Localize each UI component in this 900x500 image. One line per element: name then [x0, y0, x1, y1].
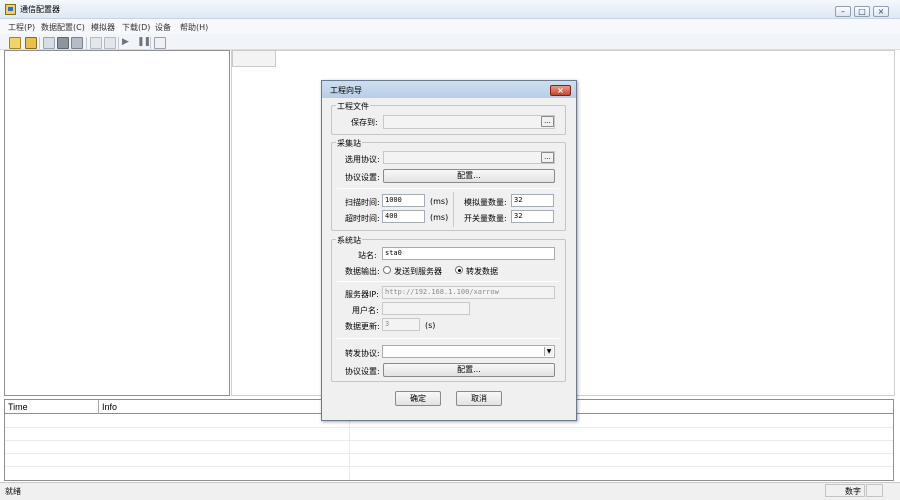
connect-icon[interactable]: [43, 37, 55, 49]
radio-forward-data[interactable]: [455, 266, 463, 274]
collector-group-label: 采集站: [336, 138, 362, 149]
report-icon[interactable]: [154, 37, 166, 49]
menu-project[interactable]: 工程(P): [8, 22, 35, 33]
forward-setting-label: 协议设置:: [345, 367, 380, 376]
menu-data-config[interactable]: 数据配置(C): [41, 22, 85, 33]
log-row: [5, 427, 893, 428]
grid-icon[interactable]: [90, 37, 102, 49]
group-separator: [337, 188, 559, 189]
open-folder-icon[interactable]: [25, 37, 37, 49]
toolbar-separator: [86, 37, 87, 49]
timeout-unit: (ms): [430, 213, 449, 222]
data-update-unit: (s): [425, 321, 436, 330]
timeout-input[interactable]: 400: [382, 210, 425, 223]
app-icon: [5, 4, 16, 15]
scan-time-input[interactable]: 1000: [382, 194, 425, 207]
status-text: 就绪: [5, 487, 21, 496]
scan-time-unit: (ms): [430, 197, 449, 206]
scan-time-label: 扫描时间:: [345, 198, 380, 207]
dialog-close-button[interactable]: ×: [550, 85, 571, 96]
status-bar: [0, 482, 900, 500]
status-num: 数字: [845, 487, 861, 496]
protocol-label: 选用协议:: [345, 155, 380, 164]
forward-config-button[interactable]: 配置...: [383, 363, 555, 377]
switch-count-label: 开关量数量:: [464, 214, 507, 223]
server-ip-input[interactable]: http://192.168.1.100/xarrow: [382, 286, 555, 299]
browse-protocol-button[interactable]: ...: [541, 152, 554, 163]
radio-send-to-server-label[interactable]: 发送到服务器: [394, 266, 442, 277]
log-column-time[interactable]: Time: [8, 402, 28, 412]
pause-icon[interactable]: ❚❚: [137, 37, 151, 47]
log-row: [5, 466, 893, 467]
browse-save-button[interactable]: ...: [541, 116, 554, 127]
station-name-input[interactable]: sta0: [382, 247, 555, 260]
radio-forward-data-label[interactable]: 转发数据: [466, 266, 498, 277]
forward-protocol-select[interactable]: [382, 345, 555, 358]
switch-count-input[interactable]: 32: [511, 210, 554, 223]
log-row: [5, 440, 893, 441]
server-ip-label: 服务器IP:: [345, 290, 379, 299]
log-column-info[interactable]: Info: [102, 402, 117, 412]
log-row: [5, 453, 893, 454]
analog-count-input[interactable]: 32: [511, 194, 554, 207]
data-update-input[interactable]: 3: [382, 318, 420, 331]
station-name-label: 站名:: [358, 251, 377, 260]
dialog-title: 工程向导: [330, 86, 362, 95]
timeout-label: 超时时间:: [345, 214, 380, 223]
radio-send-to-server[interactable]: [383, 266, 391, 274]
username-label: 用户名:: [352, 306, 379, 315]
close-window-button[interactable]: ×: [873, 6, 889, 17]
project-tree-pane[interactable]: [4, 50, 230, 396]
analog-count-label: 模拟量数量:: [464, 198, 507, 207]
project-file-group-label: 工程文件: [336, 101, 370, 112]
group-separator: [337, 281, 559, 282]
forward-protocol-label: 转发协议:: [345, 349, 380, 358]
column-divider: [98, 400, 99, 414]
username-input[interactable]: [382, 302, 470, 315]
protocol-field[interactable]: [383, 151, 555, 164]
layers-icon[interactable]: [71, 37, 83, 49]
cancel-button[interactable]: 取消: [456, 391, 502, 406]
menu-download[interactable]: 下载(D): [122, 22, 150, 33]
menu-device[interactable]: 设备: [155, 22, 171, 33]
table-icon[interactable]: [104, 37, 116, 49]
toolbar-separator: [118, 37, 119, 49]
window-title: 通信配置器: [20, 5, 60, 14]
ok-button[interactable]: 确定: [395, 391, 441, 406]
toolbar: [0, 34, 900, 50]
data-output-label: 数据输出:: [345, 267, 380, 276]
save-to-label: 保存到:: [351, 118, 378, 127]
device-icon[interactable]: [57, 37, 69, 49]
minimize-button[interactable]: –: [835, 6, 851, 17]
document-tab[interactable]: [232, 50, 276, 67]
toolbar-separator: [39, 37, 40, 49]
status-cell: [866, 484, 883, 497]
play-icon[interactable]: ▶: [122, 37, 129, 47]
menu-simulator[interactable]: 模拟器: [91, 22, 115, 33]
data-update-label: 数据更新:: [345, 322, 380, 331]
group-separator: [337, 338, 559, 339]
vertical-separator: [453, 192, 454, 227]
menu-help[interactable]: 帮助(H): [180, 22, 208, 33]
protocol-config-button[interactable]: 配置...: [383, 169, 555, 183]
maximize-button[interactable]: □: [854, 6, 870, 17]
chevron-down-icon[interactable]: ▼: [544, 347, 553, 356]
protocol-setting-label: 协议设置:: [345, 173, 380, 182]
save-to-field[interactable]: [383, 115, 555, 129]
new-file-icon[interactable]: [9, 37, 21, 49]
column-divider: [349, 414, 350, 480]
system-station-group-label: 系统站: [336, 235, 362, 246]
toolbar-separator: [150, 37, 151, 49]
title-bar: [0, 0, 900, 19]
